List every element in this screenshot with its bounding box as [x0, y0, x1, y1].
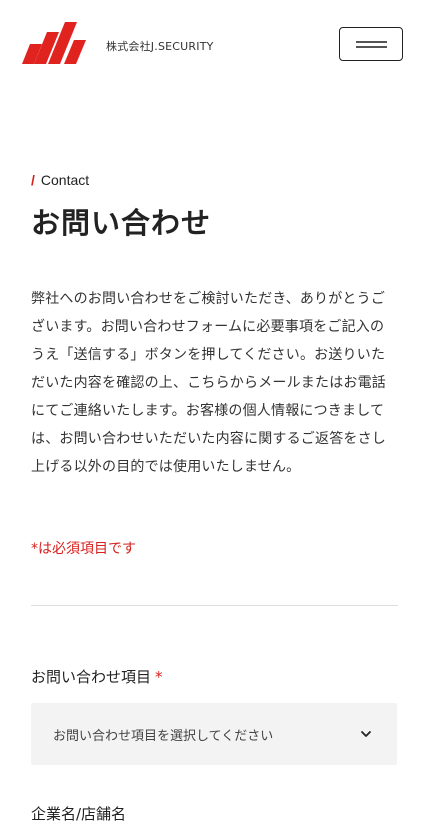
menu-bar-icon	[356, 41, 387, 43]
hamburger-menu-button[interactable]	[339, 27, 403, 61]
inquiry-type-selected-value: お問い合わせ項目を選択してください	[53, 729, 274, 744]
contact-page: 株式会社J.SECURITY / Contact お問い合わせ 弊社へのお問い合わ…	[0, 0, 428, 834]
company-name-label-text: 企業名/店舗名	[31, 805, 127, 823]
inquiry-type-label-text: お問い合わせ項目	[31, 668, 152, 686]
chevron-down-icon	[361, 731, 371, 737]
site-header: 株式会社J.SECURITY	[0, 0, 428, 90]
inquiry-type-label: お問い合わせ項目 *	[31, 666, 163, 687]
brand-logo-icon[interactable]	[22, 22, 86, 66]
divider	[31, 605, 398, 606]
company-name: 株式会社J.SECURITY	[106, 40, 214, 53]
inquiry-type-select[interactable]: お問い合わせ項目を選択してください	[31, 703, 397, 765]
required-note: *は必須項目です	[31, 541, 136, 557]
section-eyebrow: / Contact	[31, 172, 89, 188]
menu-bar-icon	[356, 46, 387, 48]
eyebrow-label: Contact	[40, 172, 90, 188]
page-title: お問い合わせ	[31, 206, 212, 240]
company-name-label: 企業名/店舗名	[31, 803, 126, 824]
intro-text: 弊社へのお問い合わせをご検討いただき、ありがとうございます。お問い合わせフォーム…	[31, 291, 386, 475]
required-mark: *	[155, 668, 163, 686]
eyebrow-slash: /	[31, 172, 35, 188]
